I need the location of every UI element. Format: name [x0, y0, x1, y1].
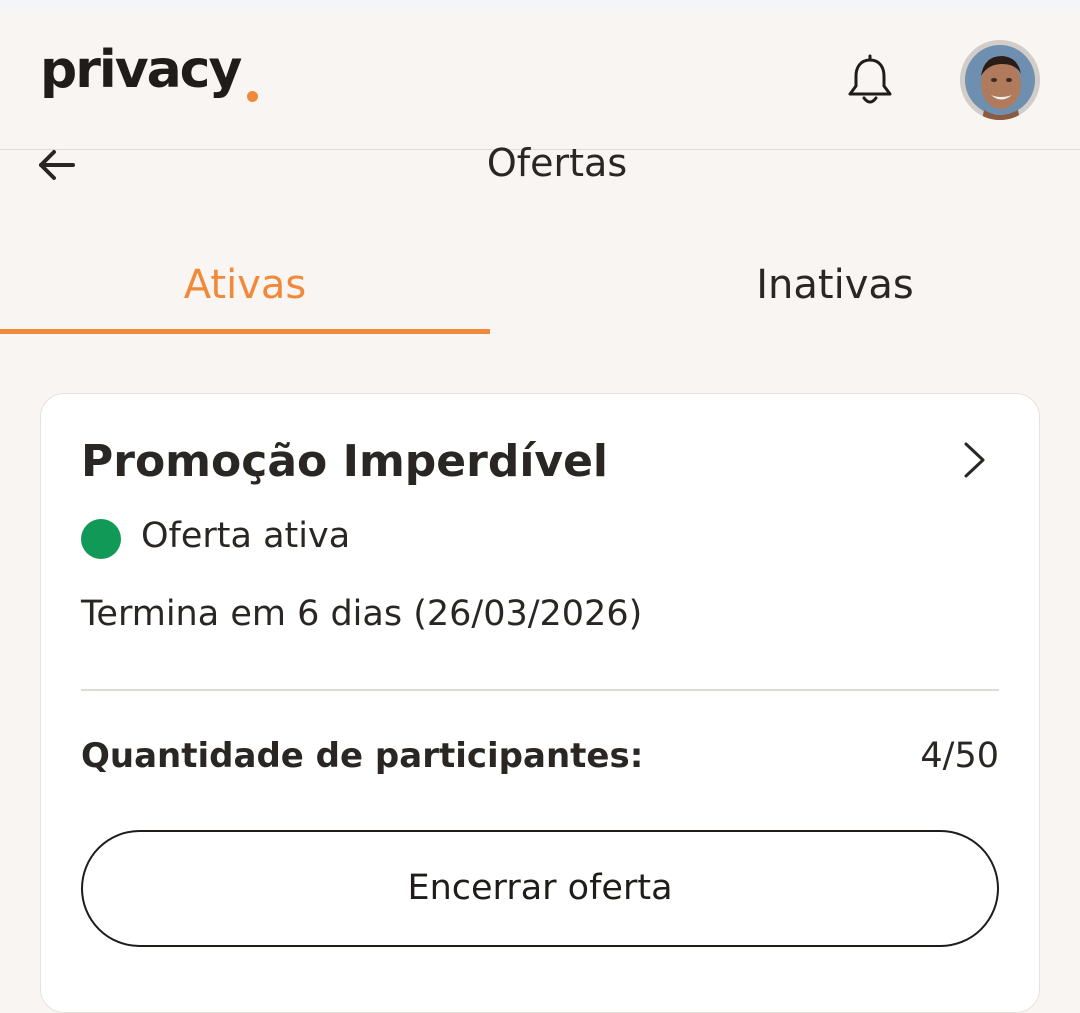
privacy-logo[interactable]: privacy: [40, 44, 242, 96]
active-tab-indicator: [0, 329, 490, 334]
offer-card[interactable]: Promoção Imperdível Oferta ativa Termina…: [40, 393, 1040, 1013]
end-offer-button[interactable]: Encerrar oferta: [81, 830, 999, 947]
logo-dot: [247, 91, 258, 102]
bell-icon[interactable]: [846, 54, 894, 106]
avatar[interactable]: [960, 40, 1040, 120]
offer-title: Promoção Imperdível: [81, 436, 609, 487]
status-indicator-dot: [81, 519, 121, 559]
tab-inativas[interactable]: Inativas: [590, 240, 1080, 330]
offer-end-date: Termina em 6 dias (26/03/2026): [81, 594, 643, 634]
chevron-right-icon[interactable]: [959, 440, 989, 480]
participants-label: Quantidade de participantes:: [81, 736, 644, 776]
offer-tabs: Ativas Inativas: [0, 240, 1080, 335]
participants-count: 4/50: [920, 736, 999, 776]
divider: [81, 689, 999, 691]
tab-ativas[interactable]: Ativas: [0, 240, 490, 330]
page-title: Ofertas: [486, 141, 628, 185]
offer-status: Oferta ativa: [141, 516, 351, 556]
status-strip: [0, 0, 1080, 10]
app-header: privacy: [0, 10, 1080, 150]
